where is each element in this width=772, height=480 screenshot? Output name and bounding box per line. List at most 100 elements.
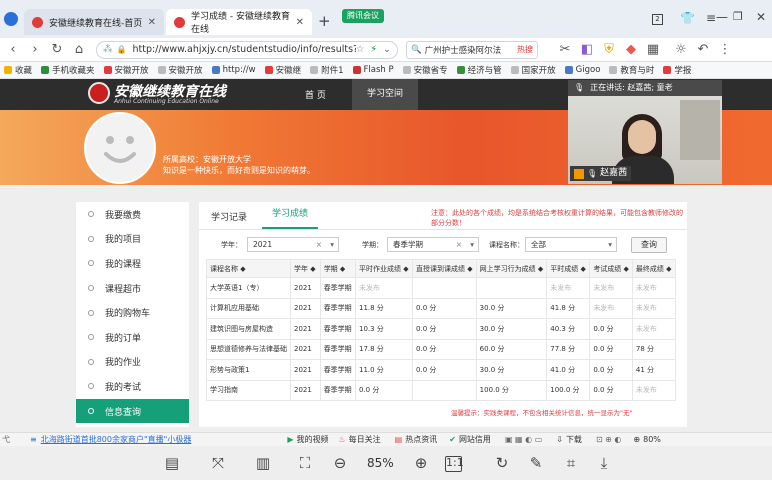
bookmark-item[interactable]: 安徽开放 [103,64,149,76]
actual-size-icon[interactable]: 1:1 [445,456,464,472]
tab-home[interactable]: 安徽继续教育在线-首页 ✕ [24,9,164,35]
meeting-badge[interactable]: 腾讯会议 [342,9,384,23]
bookmark-item[interactable]: http://w [211,65,256,75]
status-download[interactable]: ⇩ 下载 [556,434,582,445]
query-button[interactable]: 查询 [631,237,667,253]
bookmark-item[interactable]: 安徽省专 [402,64,448,76]
brightness-icon[interactable]: ☼ [670,42,692,57]
edit-icon[interactable]: ✎ [526,454,546,472]
browser-logo-icon[interactable] [4,12,18,26]
forward-icon[interactable]: › [24,42,46,57]
news-ticker[interactable]: 北海路街道首批800余家商户"直播"小极器 [41,434,192,445]
status-extras[interactable]: ⊡ ⊕ ◐ [596,435,621,444]
sidebar-item-cart[interactable]: 我的购物车 [76,300,189,325]
column-header-homework[interactable]: 平时作业成绩 ◆ [354,259,414,278]
address-bar[interactable]: ⁂ 🔒 http://www.ahjxjy.cn/studentstudio/i… [96,40,398,59]
column-header-year[interactable]: 学年 ◆ [290,259,321,278]
bookmark-item[interactable]: Gigoo [564,65,600,75]
dropdown-icon[interactable]: ⌄ [383,44,391,55]
status-tools[interactable]: ▣ ▦ ◐ ▭ [505,435,542,444]
zoom-in-icon[interactable]: ⊕ [411,454,431,472]
fullscreen-icon[interactable]: ⛶ [295,454,315,472]
fit-screen-icon[interactable]: ⤧ [208,454,228,472]
clear-icon[interactable]: × [456,238,462,251]
status-site-credit[interactable]: ✔ 网站信用 [449,434,491,445]
sidebar-item-orders[interactable]: 我的订单 [76,325,189,350]
sidebar-item-info-query[interactable]: 信息查询 [76,398,189,424]
sidebar-item-homework[interactable]: 我的作业 [76,350,189,375]
column-header-exam[interactable]: 考试成绩 ◆ [589,259,633,278]
close-window-icon[interactable]: ✕ [756,10,766,24]
bookmark-item[interactable]: 安徽开放 [157,64,203,76]
bookmark-item[interactable]: 国家开放 [510,64,556,76]
search-text[interactable]: 广州护士感染阿尔法 [425,44,502,56]
back-icon[interactable]: ‹ [2,42,24,57]
shield-icon[interactable]: ⛨ [598,42,620,57]
sidebar-item-projects[interactable]: 我的项目 [76,227,189,252]
more-icon[interactable]: ⋮ [714,42,736,57]
url-text[interactable]: http://www.ahjxjy.cn/studentstudio/info/… [132,44,355,55]
bookmark-item[interactable]: 收藏 [4,64,32,76]
bookmark-item[interactable]: 附件1 [310,64,344,76]
download-icon[interactable]: ⤓ [594,454,614,472]
column-header-course[interactable]: 课程名称 ◆ [206,259,291,278]
tab-count-badge[interactable]: 2 [652,14,663,25]
restore-icon[interactable]: ❐ [733,10,743,23]
game-icon[interactable]: ◆ [620,42,642,57]
nav-home[interactable]: 首 页 [305,88,326,101]
status-my-video[interactable]: ▶ 我的视频 [287,434,328,445]
tab-results[interactable]: 学习成绩 - 安徽继续教育在线 ✕ [166,9,312,35]
chevron-down-icon[interactable]: ▾ [608,238,612,251]
undo-icon[interactable]: ↶ [692,42,714,57]
status-zoom[interactable]: ⊕ 80% [633,435,660,444]
close-tab-icon[interactable]: ✕ [296,17,304,28]
course-select[interactable]: 全部 ▾ [525,237,617,252]
nav-learning-space[interactable]: 学习空间 [352,79,418,110]
column-header-online[interactable]: 网上学习行为成绩 ◆ [475,259,548,278]
zoom-level[interactable]: 85% [367,456,394,470]
term-select[interactable]: 春季学期 × ▾ [387,237,479,252]
search-box[interactable]: 🔍 广州护士感染阿尔法 热搜 [406,40,538,59]
column-header-term[interactable]: 学期 ◆ [319,259,357,278]
close-tab-icon[interactable]: ✕ [148,17,156,28]
layout-icon[interactable]: ▤ [162,454,182,472]
column-header-attendance[interactable]: 直授课到课成绩 ◆ [412,259,477,278]
sidebar-item-courses[interactable]: 我的课程 [76,251,189,276]
clear-icon[interactable]: × [316,238,322,251]
site-info-icon[interactable]: ⁂ [103,44,113,55]
bookmark-item[interactable]: Flash P [352,65,394,75]
status-hot-news[interactable]: ▤ 热点资讯 [395,434,438,445]
lightning-icon[interactable]: ⚡ [370,44,377,55]
vip-shirt-icon[interactable]: 👕 [680,11,695,25]
grid-icon[interactable]: ▦ [642,42,664,57]
meeting-video-window[interactable]: 🎙 正在讲话: 赵嘉茜; 童老 🎙 赵嘉茜 [568,80,722,184]
bookmark-item[interactable]: 安徽继 [264,64,301,76]
tab-learning-record[interactable]: 学习记录 [211,210,247,223]
crop-icon[interactable]: ⌗ [561,454,581,472]
chevron-down-icon[interactable]: ▾ [330,238,334,251]
save-page-icon[interactable]: ▥ [253,454,273,472]
home-icon[interactable]: ⌂ [68,42,90,57]
column-header-usual[interactable]: 平时成绩 ◆ [546,259,591,278]
new-tab-button[interactable]: + [318,12,331,30]
rotate-icon[interactable]: ↻ [492,454,512,472]
bookmark-item[interactable]: 教育与时 [609,64,654,76]
apps-icon[interactable]: ◧ [576,42,598,57]
bookmark-item[interactable]: 经济与管 [456,64,502,76]
bookmark-star-icon[interactable]: ☆ [356,44,365,55]
site-logo[interactable]: 安徽继续教育在线 Anhui Continuing Education Onli… [88,81,260,108]
sidebar-item-course-market[interactable]: 课程超市 [76,276,189,301]
bookmark-item[interactable]: 学报 [663,64,691,76]
sidebar-item-exams[interactable]: 我的考试 [76,374,189,399]
bookmark-item[interactable]: 手机收藏夹 [41,64,95,76]
avatar[interactable] [84,112,156,184]
reload-icon[interactable]: ↻ [46,42,68,57]
chevron-down-icon[interactable]: ▾ [470,238,474,251]
year-select[interactable]: 2021 × ▾ [247,237,339,252]
minimize-icon[interactable]: — [712,10,732,24]
security-icon[interactable]: 🔒 [117,45,127,54]
status-daily-focus[interactable]: ♨ 每日关注 [339,434,381,445]
scissors-icon[interactable]: ✂ [554,42,576,57]
tab-learning-results[interactable]: 学习成绩 [262,202,319,229]
zoom-out-icon[interactable]: ⊖ [330,454,350,472]
